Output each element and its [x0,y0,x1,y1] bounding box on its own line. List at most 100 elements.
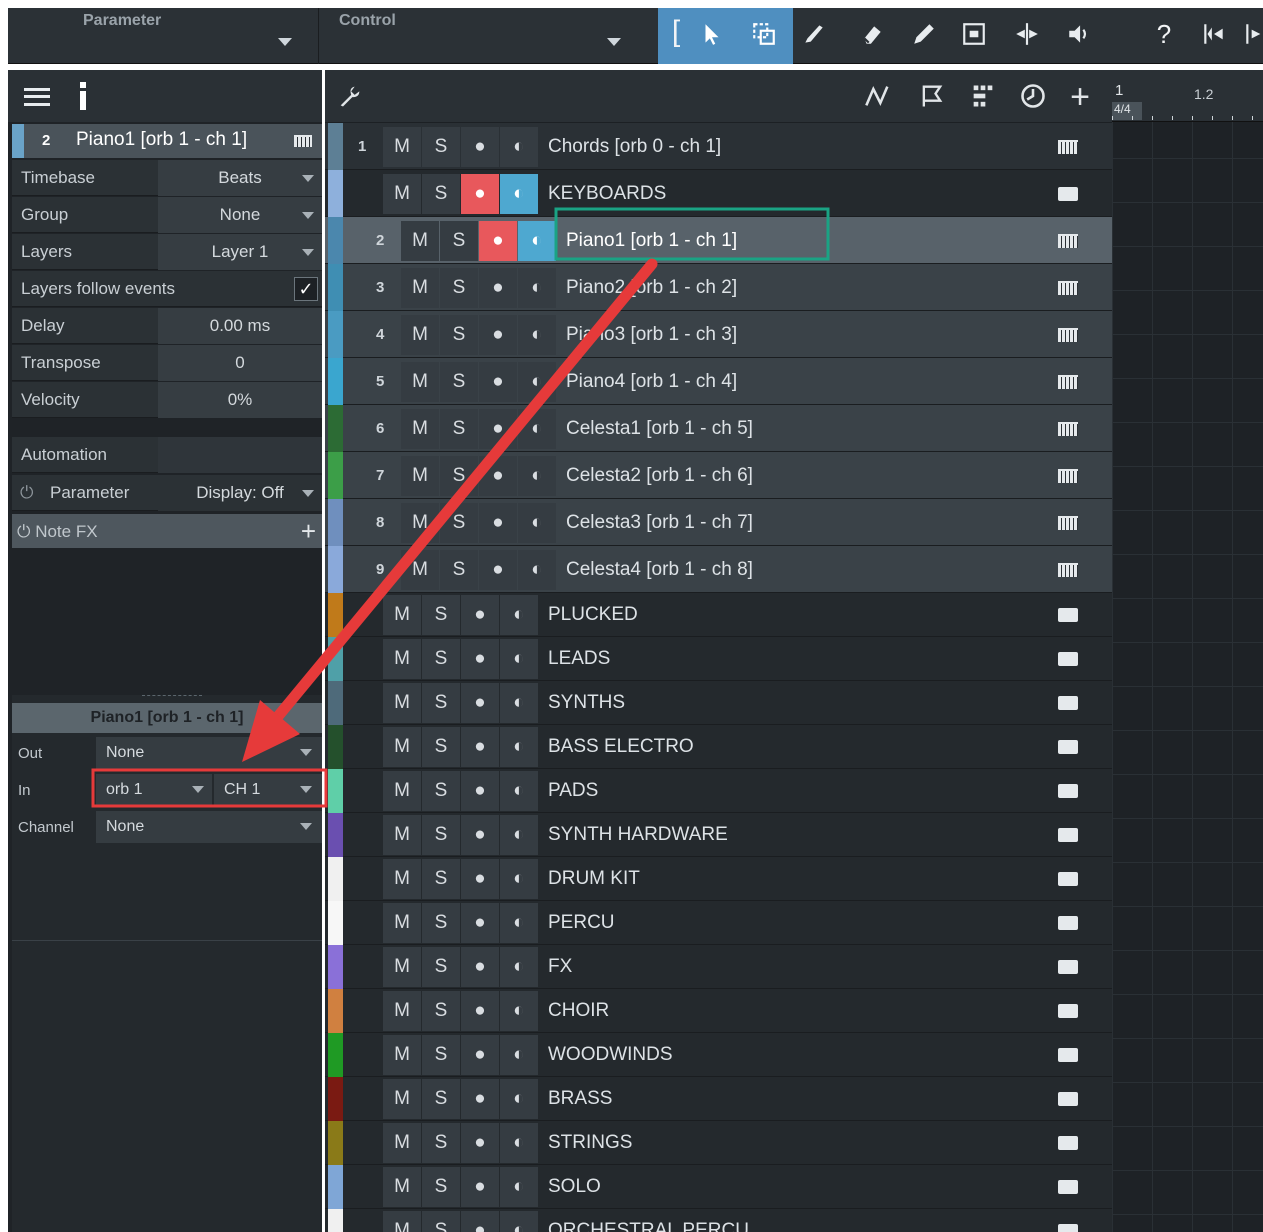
record-arm-button[interactable]: ● [479,408,517,449]
mute-button[interactable]: M [383,595,421,635]
folder-track-row[interactable]: M S ● ◐ SOLO [325,1165,1112,1209]
mute-button[interactable]: M [383,1211,421,1232]
add-track-icon[interactable]: + [1065,80,1095,114]
mute-button[interactable]: M [401,314,439,355]
folder-track-row[interactable]: M S ● ◐ LEADS [325,637,1112,681]
track-color-swatch[interactable] [328,857,343,901]
track-color-swatch[interactable] [328,637,343,681]
record-arm-button[interactable]: ● [461,771,499,811]
instrument-track-row[interactable]: 2 M S ● ◐ Piano1 [orb 1 - ch 1] [325,217,1112,264]
mute-button[interactable]: M [401,502,439,543]
monitor-button[interactable]: ◐ [500,126,538,167]
monitor-button[interactable]: ◐ [500,815,538,855]
monitor-button[interactable]: ◐ [518,220,556,261]
solo-button[interactable]: S [422,1079,460,1119]
note-fx-bar[interactable]: ⏻ Note FX + [12,514,322,548]
solo-button[interactable]: S [422,595,460,635]
time-ruler[interactable]: 1 1.2 4/4 [1112,70,1263,122]
track-name[interactable]: PADS [548,780,598,802]
layers-select[interactable]: Layer 1 [158,234,322,270]
track-color-swatch[interactable] [328,452,343,499]
track-color-swatch[interactable] [328,499,343,546]
solo-button[interactable]: S [422,1035,460,1075]
instrument-track-row[interactable]: 4 M S ● ◐ Piano3 [orb 1 - ch 3] [325,311,1112,358]
bracket-icon[interactable]: [ [660,16,692,52]
mute-button[interactable]: M [383,173,421,214]
mute-button[interactable]: M [383,947,421,987]
track-name[interactable]: STRINGS [548,1132,632,1154]
chord-track-icon[interactable] [968,82,998,112]
track-color-swatch[interactable] [328,1033,343,1077]
mute-button[interactable]: M [401,549,439,590]
solo-button[interactable]: S [440,314,478,355]
mute-button[interactable]: M [383,903,421,943]
automation-icon[interactable] [863,82,893,112]
group-select[interactable]: None [158,197,322,233]
folder-track-row[interactable]: M S ● ◐ BASS ELECTRO [325,725,1112,769]
record-arm-button[interactable]: ● [461,815,499,855]
track-name[interactable]: BRASS [548,1088,612,1110]
solo-button[interactable]: S [440,361,478,402]
track-color-swatch[interactable] [328,546,343,593]
out-select[interactable]: None [96,737,322,769]
tempo-clock-icon[interactable] [1018,82,1048,112]
monitor-button[interactable]: ◐ [518,361,556,402]
mute-button[interactable]: M [383,771,421,811]
track-color-swatch[interactable] [328,813,343,857]
monitor-button[interactable]: ◐ [518,549,556,590]
solo-button[interactable]: S [422,815,460,855]
instrument-track-row[interactable]: 5 M S ● ◐ Piano4 [orb 1 - ch 4] [325,358,1112,405]
folder-icon[interactable] [1058,652,1078,666]
record-arm-button[interactable]: ● [461,859,499,899]
power-icon[interactable]: ⏻ [17,522,30,541]
folder-track-row[interactable]: M S ● ◐ ORCHESTRAL PERCU [325,1209,1112,1232]
track-name[interactable]: Piano4 [orb 1 - ch 4] [566,371,737,393]
mute-button[interactable]: M [383,1123,421,1163]
record-arm-button[interactable]: ● [461,903,499,943]
monitor-button[interactable]: ◐ [518,314,556,355]
mute-button[interactable]: M [383,1035,421,1075]
solo-button[interactable]: S [422,1211,460,1232]
monitor-button[interactable]: ◐ [500,1123,538,1163]
solo-button[interactable]: S [422,1167,460,1207]
solo-button[interactable]: S [422,126,460,167]
mute-button[interactable]: M [401,361,439,402]
monitor-button[interactable]: ◐ [500,1035,538,1075]
folder-track-row[interactable]: M S ● ◐ DRUM KIT [325,857,1112,901]
track-color-swatch[interactable] [328,725,343,769]
folder-track-row[interactable]: M S ● ◐ BRASS [325,1077,1112,1121]
solo-button[interactable]: S [422,771,460,811]
solo-button[interactable]: S [440,267,478,308]
layers-follow-events-checkbox[interactable]: ✓ [294,277,318,301]
panel-splitter[interactable] [142,695,202,698]
track-color-swatch[interactable] [328,123,343,170]
solo-button[interactable]: S [422,727,460,767]
monitor-button[interactable]: ◐ [500,903,538,943]
track-color-swatch[interactable] [328,358,343,405]
folder-icon[interactable] [1058,608,1078,622]
track-color-swatch[interactable] [328,593,343,637]
mute-button[interactable]: M [383,991,421,1031]
monitor-button[interactable]: ◐ [500,683,538,723]
parameter-display-select[interactable]: Display: Off [158,475,322,511]
mute-button[interactable]: M [401,220,439,261]
record-arm-button[interactable]: ● [461,1035,499,1075]
folder-icon[interactable] [1058,1136,1078,1150]
solo-button[interactable]: S [422,683,460,723]
track-name[interactable]: Celesta3 [orb 1 - ch 7] [566,512,753,534]
track-name[interactable]: ORCHESTRAL PERCU [548,1220,749,1232]
track-color-swatch[interactable] [12,124,24,158]
record-arm-button[interactable]: ● [461,126,499,167]
pencil-tool-icon[interactable] [908,16,940,52]
track-color-swatch[interactable] [328,681,343,725]
track-color-swatch[interactable] [328,170,343,217]
monitor-button[interactable]: ◐ [500,771,538,811]
instrument-track-row[interactable]: 9 M S ● ◐ Celesta4 [orb 1 - ch 8] [325,546,1112,593]
folder-track-row[interactable]: M S ● ◐ PADS [325,769,1112,813]
monitor-button[interactable]: ◐ [500,595,538,635]
split-tool-icon[interactable] [1011,16,1043,52]
solo-button[interactable]: S [440,220,478,261]
monitor-button[interactable]: ◐ [500,947,538,987]
solo-button[interactable]: S [422,1123,460,1163]
info-icon[interactable] [78,82,88,110]
